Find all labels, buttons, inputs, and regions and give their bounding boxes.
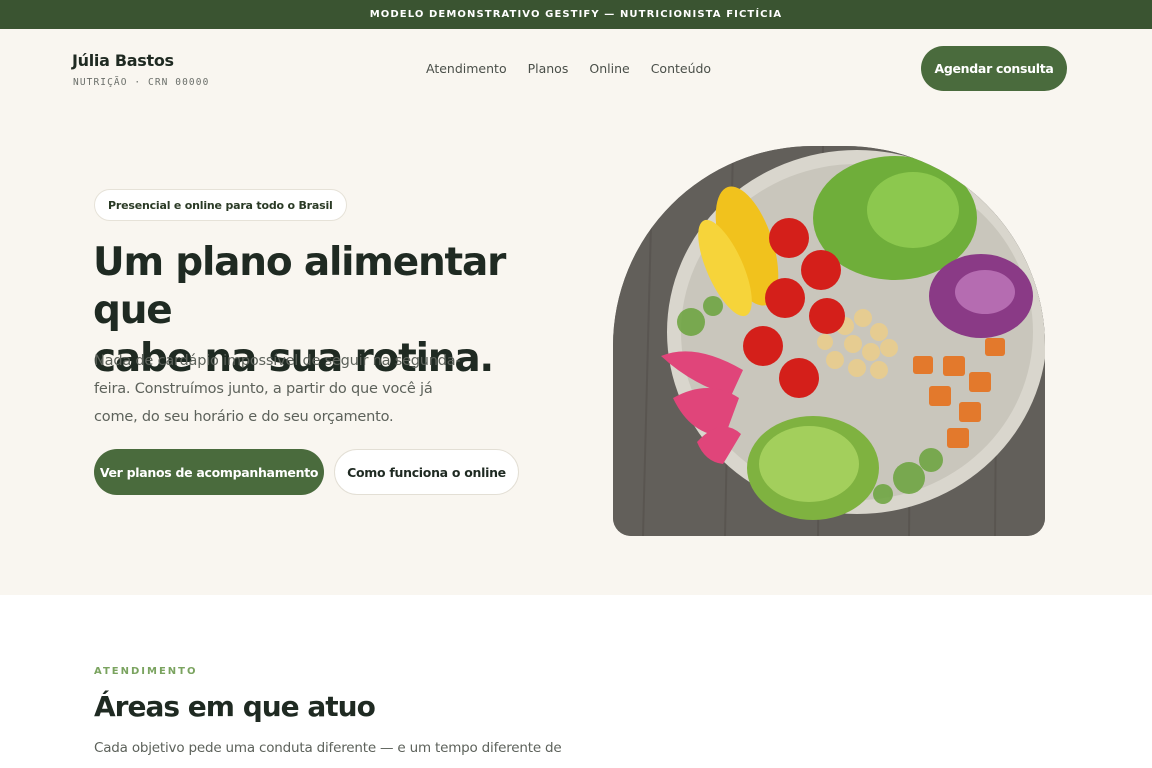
section-description: Cada objetivo pede uma conduta diferente… — [94, 740, 562, 756]
section-title: Áreas em que atuo — [94, 690, 376, 723]
service-badge: Presencial e online para todo o Brasil — [94, 189, 347, 221]
how-online-works-button[interactable]: Como funciona o online — [334, 449, 519, 495]
nav-item-atendimento[interactable]: Atendimento — [426, 61, 507, 76]
salad-bowl-photo — [613, 146, 1045, 536]
section-eyebrow: ATENDIMENTO — [94, 666, 198, 677]
view-plans-button[interactable]: Ver planos de acompanhamento — [94, 449, 324, 495]
hero-section: Júlia Bastos NUTRIÇÃO · CRN 00000 Atendi… — [0, 29, 1152, 595]
hero-title-line-1: Um plano alimentar que — [93, 240, 506, 333]
brand-subtitle: NUTRIÇÃO · CRN 00000 — [73, 77, 210, 88]
brand-name[interactable]: Júlia Bastos — [72, 51, 174, 70]
main-nav: Atendimento Planos Online Conteúdo — [426, 61, 711, 76]
hero-description: Nada de cardápio impossível de seguir na… — [94, 353, 461, 425]
nav-item-online[interactable]: Online — [589, 61, 629, 76]
demo-banner: MODELO DEMONSTRATIVO GESTIFY — NUTRICION… — [0, 0, 1152, 29]
areas-section: ATENDIMENTO Áreas em que atuo Cada objet… — [0, 595, 1152, 768]
schedule-appointment-button[interactable]: Agendar consulta — [921, 46, 1067, 91]
site-header: Júlia Bastos NUTRIÇÃO · CRN 00000 Atendi… — [0, 29, 1152, 109]
salad-bowl-illustration — [613, 146, 1045, 536]
nav-item-conteudo[interactable]: Conteúdo — [651, 61, 711, 76]
nav-item-planos[interactable]: Planos — [528, 61, 569, 76]
